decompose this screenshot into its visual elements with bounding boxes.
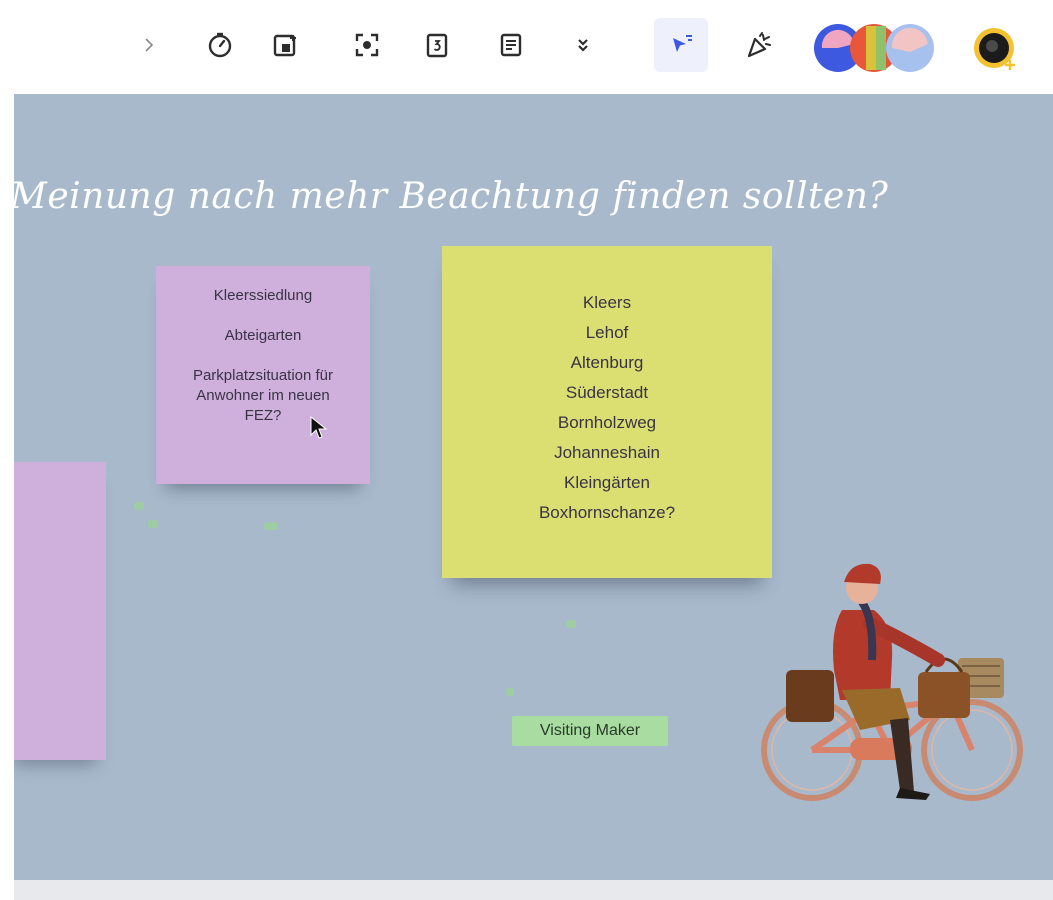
more-button[interactable] xyxy=(560,22,606,68)
celebrate-button[interactable] xyxy=(736,22,782,68)
cyclist-illustration xyxy=(761,563,1023,801)
bottom-bar xyxy=(14,880,1053,900)
focus-button[interactable] xyxy=(344,22,390,68)
whiteboard-canvas[interactable]: Meinung nach mehr Beachtung finden sollt… xyxy=(14,94,1053,880)
expand-chevron-button[interactable] xyxy=(126,22,172,68)
notes-icon xyxy=(500,33,522,57)
chevron-right-icon xyxy=(145,38,154,52)
user-avatar[interactable] xyxy=(972,26,1020,74)
confetti-speck xyxy=(148,520,158,528)
sticky-pink-line: Kleerssiedlung xyxy=(213,287,313,304)
confetti-speck xyxy=(566,620,576,628)
notes-button[interactable] xyxy=(488,22,534,68)
sticky-yellow-line: Bornholzweg xyxy=(557,413,657,432)
sticky-yellow-line: Johanneshain xyxy=(554,443,660,462)
sticky-yellow-line: Altenburg xyxy=(570,353,644,372)
calendar-button[interactable] xyxy=(414,22,460,68)
sticky-yellow-line: Kleers xyxy=(582,293,632,312)
party-popper-icon xyxy=(747,32,771,58)
timer-icon xyxy=(208,32,232,58)
sticky-note-pink[interactable]: Kleerssiedlung Abteigarten Parkplatzsitu… xyxy=(156,266,370,484)
collaborator-avatars[interactable] xyxy=(810,22,950,74)
card-icon xyxy=(273,34,296,57)
mouse-cursor-icon xyxy=(310,416,328,439)
sticky-yellow-line: Kleingärten xyxy=(563,473,650,492)
sticky-yellow-line: Süderstadt xyxy=(565,383,649,402)
calendar-icon xyxy=(426,33,448,58)
confetti-speck xyxy=(134,502,144,510)
sticky-yellow-line: Lehof xyxy=(585,323,629,342)
sticky-pink-line: Abteigarten xyxy=(224,327,302,344)
confetti-speck xyxy=(264,522,278,530)
sticky-yellow-line: Boxhornschanze? xyxy=(538,503,676,522)
cursor-select-icon xyxy=(673,35,692,52)
card-button[interactable] xyxy=(262,22,308,68)
left-edge xyxy=(0,94,14,900)
focus-icon xyxy=(355,33,379,57)
sticky-note-yellow[interactable]: Kleers Lehof Altenburg Süderstadt Bornho… xyxy=(442,246,772,578)
timer-button[interactable] xyxy=(197,22,243,68)
board-headline: Meinung nach mehr Beachtung finden sollt… xyxy=(14,176,889,217)
sticky-note-left[interactable] xyxy=(14,462,106,760)
user-avatar-icon xyxy=(974,28,1015,70)
visiting-maker-tag[interactable]: Visiting Maker xyxy=(512,716,668,746)
confetti-speck xyxy=(506,688,514,696)
avatar-group-icon xyxy=(814,24,934,72)
top-toolbar xyxy=(0,0,1053,94)
double-chevron-down-icon xyxy=(578,39,588,52)
cursor-tool-button[interactable] xyxy=(654,18,708,72)
